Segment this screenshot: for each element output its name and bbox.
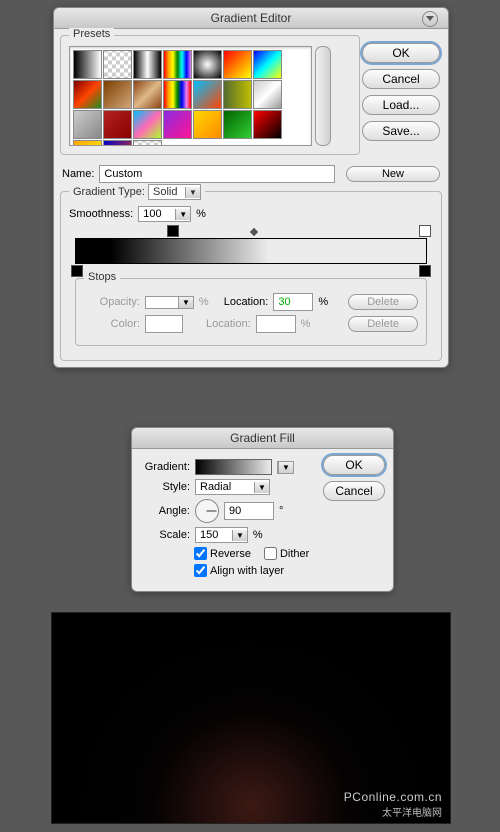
name-label: Name: — [62, 168, 94, 180]
gradient-type-label: Gradient Type: — [73, 186, 145, 198]
location-label: Location: — [224, 296, 269, 308]
preset-swatch[interactable] — [103, 110, 132, 139]
delete-opacity-button[interactable]: Delete — [348, 294, 418, 310]
new-button[interactable]: New — [346, 166, 440, 182]
gradient-preview[interactable] — [195, 459, 272, 475]
preset-swatch[interactable] — [133, 50, 162, 79]
location-label: Location: — [206, 318, 251, 330]
preset-swatch[interactable] — [133, 110, 162, 139]
chevron-down-icon: ▼ — [175, 209, 190, 220]
opacity-label: Opacity: — [84, 296, 140, 308]
save-button[interactable]: Save... — [362, 121, 440, 141]
preset-swatch[interactable] — [223, 80, 252, 109]
preset-swatch[interactable] — [163, 50, 192, 79]
preset-swatch[interactable] — [163, 80, 192, 109]
style-select[interactable]: Radial▼ — [195, 479, 270, 495]
preset-swatch[interactable] — [193, 50, 222, 79]
chevron-down-icon: ▼ — [278, 462, 293, 473]
smoothness-label: Smoothness: — [69, 208, 133, 220]
preset-swatch[interactable] — [253, 50, 282, 79]
scale-label: Scale: — [140, 529, 190, 541]
gradient-editor-dialog: Gradient Editor Presets OK Cancel Load..… — [53, 7, 449, 368]
location-input[interactable] — [256, 315, 296, 333]
load-button[interactable]: Load... — [362, 95, 440, 115]
preset-scrollbar[interactable] — [315, 46, 331, 146]
preset-swatch[interactable] — [133, 140, 162, 146]
stops-label: Stops — [84, 271, 120, 283]
preset-swatch[interactable] — [163, 110, 192, 139]
ok-button[interactable]: OK — [323, 455, 385, 475]
result-preview: PConline.com.cn 太平洋电脑网 — [51, 612, 451, 824]
watermark: PConline.com.cn 太平洋电脑网 — [344, 790, 442, 819]
delete-color-button[interactable]: Delete — [348, 316, 418, 332]
ok-button[interactable]: OK — [362, 43, 440, 63]
color-well[interactable] — [145, 315, 183, 333]
midpoint-icon[interactable] — [250, 228, 258, 236]
opacity-input[interactable]: ▼ — [145, 296, 194, 309]
preset-swatch[interactable] — [223, 50, 252, 79]
location-input[interactable] — [273, 293, 313, 311]
preset-swatch[interactable] — [73, 50, 102, 79]
gradient-fill-dialog: Gradient Fill Gradient: ▼ Style: Radial▼… — [131, 427, 394, 592]
color-label: Color: — [84, 318, 140, 330]
opacity-stop[interactable] — [167, 225, 179, 237]
dialog-title: Gradient Fill — [132, 428, 393, 449]
style-label: Style: — [140, 481, 190, 493]
opacity-stop[interactable] — [419, 225, 431, 237]
preset-swatch[interactable] — [73, 140, 102, 146]
color-stop[interactable] — [71, 265, 83, 277]
preset-swatch[interactable] — [73, 80, 102, 109]
gradient-label: Gradient: — [140, 461, 190, 473]
chevron-down-icon: ▼ — [185, 187, 200, 198]
chevron-down-icon: ▼ — [254, 482, 269, 493]
preset-swatch[interactable] — [223, 110, 252, 139]
chevron-down-icon: ▼ — [178, 297, 193, 308]
preset-swatch[interactable] — [253, 110, 282, 139]
preset-swatch[interactable] — [193, 110, 222, 139]
gradient-type-select[interactable]: Solid▼ — [148, 184, 201, 200]
dialog-title: Gradient Editor — [54, 8, 448, 29]
smoothness-input[interactable]: 100▼ — [138, 206, 191, 222]
color-stop[interactable] — [419, 265, 431, 277]
dither-checkbox[interactable]: Dither — [264, 547, 309, 560]
gradient-bar[interactable] — [75, 238, 427, 264]
angle-label: Angle: — [140, 505, 190, 517]
name-input[interactable] — [99, 165, 335, 183]
preset-swatch[interactable] — [193, 80, 222, 109]
preset-grid[interactable] — [69, 46, 312, 146]
align-checkbox[interactable]: Align with layer — [194, 564, 284, 577]
cancel-button[interactable]: Cancel — [323, 481, 385, 501]
preset-swatch[interactable] — [73, 110, 102, 139]
chevron-down-icon: ▼ — [232, 530, 247, 541]
cancel-button[interactable]: Cancel — [362, 69, 440, 89]
preset-swatch[interactable] — [253, 80, 282, 109]
presets-label: Presets — [69, 28, 114, 40]
gradient-dropdown[interactable]: ▼ — [277, 461, 294, 474]
angle-dial[interactable] — [195, 499, 219, 523]
preset-swatch[interactable] — [103, 140, 132, 146]
angle-input[interactable] — [224, 502, 274, 520]
scale-input[interactable]: 150▼ — [195, 527, 248, 543]
preset-swatch[interactable] — [103, 50, 132, 79]
reverse-checkbox[interactable]: Reverse — [194, 547, 251, 560]
preset-swatch[interactable] — [133, 80, 162, 109]
preset-swatch[interactable] — [103, 80, 132, 109]
